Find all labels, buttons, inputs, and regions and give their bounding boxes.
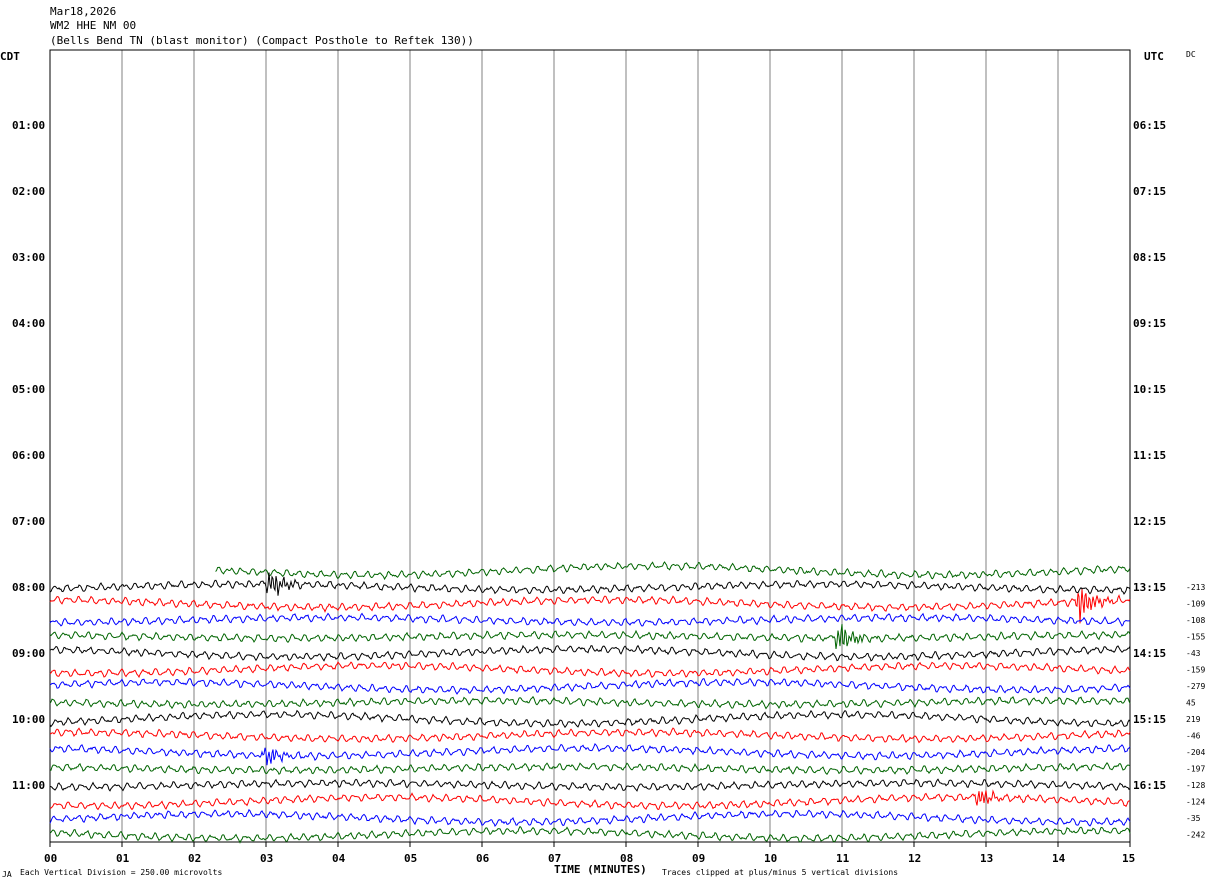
x-tick-label: 13 [980,852,993,865]
trace-offset-label: -109 [1186,600,1205,609]
left-time-label: 06:00 [12,449,45,462]
trace-line [215,561,1131,581]
right-time-label: 15:15 [1133,713,1166,726]
trace-offset-label: 219 [1186,715,1201,724]
axis-labels: 00 01 02 03 04 05 06 07 08 09 10 11 12 13 14 1501:00 06:… [12,119,1205,865]
trace-offset-label: -108 [1186,616,1205,625]
trace-line [49,825,1131,844]
x-tick-label: 12 [908,852,921,865]
clip-note: Traces clipped at plus/minus 5 vertical … [662,868,898,877]
left-time-label: 02:00 [12,185,45,198]
helicorder-plot: 00 01 02 03 04 05 06 07 08 09 10 11 12 13 14 1501:00 06:… [0,49,1205,879]
left-time-label: 03:00 [12,251,45,264]
left-time-label: 10:00 [12,713,45,726]
trace-offset-label: 45 [1186,699,1196,708]
trace-offset-label: -35 [1186,814,1201,823]
trace-line [49,623,1131,649]
minute-grid [121,50,1059,842]
trace-line [49,789,1131,811]
right-time-label: 11:15 [1133,449,1166,462]
trace-line [49,709,1131,729]
right-time-label: 12:15 [1133,515,1166,528]
trace-line [49,727,1131,744]
trace-line [49,743,1131,766]
division-note: Each Vertical Division = 250.00 microvol… [20,868,222,877]
trace-offset-label: -242 [1186,831,1205,840]
x-tick-label: 04 [332,852,346,865]
x-tick-label: 01 [116,852,130,865]
trace-offset-label: -279 [1186,682,1205,691]
left-time-label: 05:00 [12,383,45,396]
x-tick-label: 00 [44,852,57,865]
left-time-label: 04:00 [12,317,45,330]
trace-line [49,612,1131,627]
trace-offset-label: -197 [1186,765,1205,774]
trace-offset-label: -124 [1186,798,1205,807]
right-time-label: 10:15 [1133,383,1166,396]
trace-offset-label: -46 [1186,732,1201,741]
plot-frame [49,49,1131,843]
corner-mark: JA [2,870,12,879]
right-time-label: 14:15 [1133,647,1166,660]
left-time-label: 01:00 [12,119,45,132]
left-time-label: 11:00 [12,779,45,792]
x-axis-title: TIME (MINUTES) [554,863,647,876]
x-tick-label: 14 [1052,852,1066,865]
trace-line [50,762,1131,775]
right-time-label: 13:15 [1133,581,1166,594]
left-axis-title: CDT [0,50,20,63]
right-time-label: 08:15 [1133,251,1166,264]
x-tick-label: 10 [764,852,777,865]
trace-offset-label: -159 [1186,666,1205,675]
trace-line [49,661,1131,679]
dc-label: DC [1186,50,1196,59]
trace-line [49,778,1131,792]
right-time-label: 07:15 [1133,185,1166,198]
trace-offset-label: -128 [1186,781,1205,790]
trace-line [49,644,1131,662]
x-tick-label: 11 [836,852,850,865]
trace-offset-label: -43 [1186,649,1201,658]
x-tick-label: 02 [188,852,201,865]
trace-offset-label: -155 [1186,633,1205,642]
left-time-label: 08:00 [12,581,45,594]
seismic-traces [49,561,1131,844]
left-time-label: 07:00 [12,515,45,528]
x-tick-label: 09 [692,852,705,865]
trace-offset-label: -213 [1186,583,1205,592]
right-time-label: 16:15 [1133,779,1166,792]
trace-line [49,695,1131,710]
x-tick-label: 03 [260,852,273,865]
x-tick-label: 15 [1122,852,1135,865]
x-tick-label: 06 [476,852,490,865]
right-time-label: 09:15 [1133,317,1166,330]
trace-line [49,808,1131,827]
left-time-label: 09:00 [12,647,45,660]
right-time-label: 06:15 [1133,119,1166,132]
right-axis-title: UTC [1144,50,1164,63]
trace-offset-label: -204 [1186,748,1205,757]
x-tick-label: 05 [404,852,417,865]
trace-line [49,677,1131,695]
